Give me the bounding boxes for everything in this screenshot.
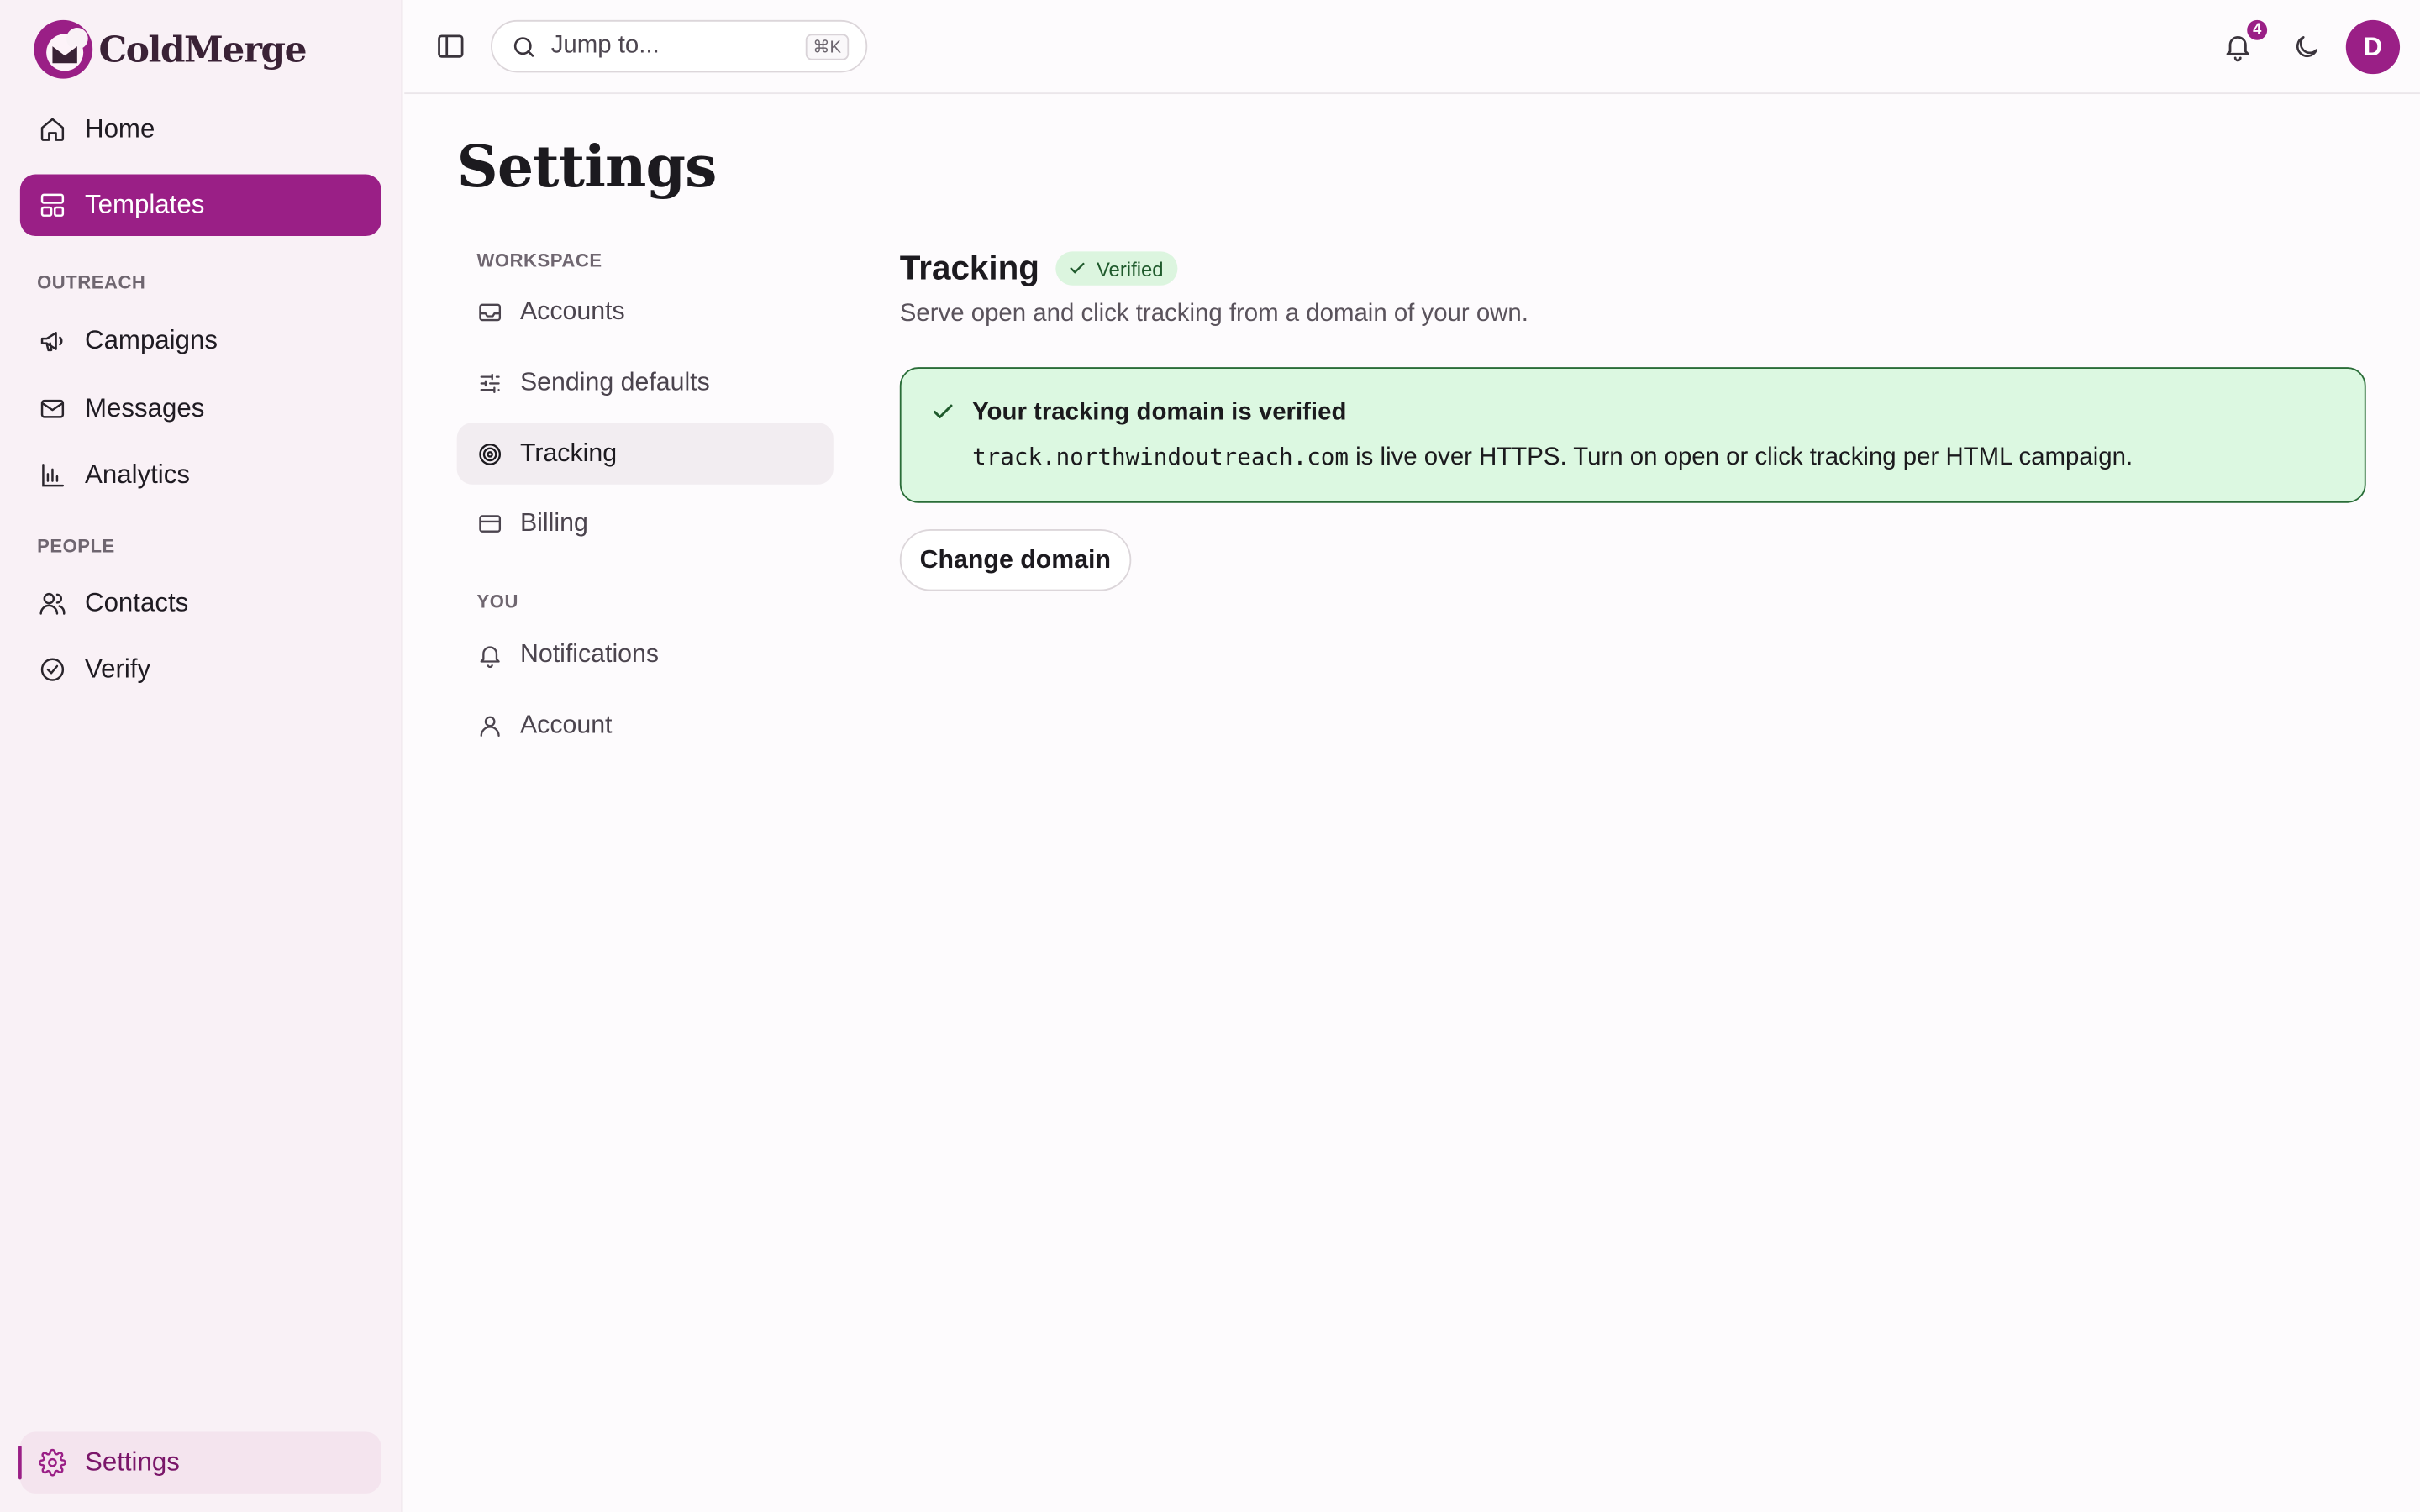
settings-nav-label: Notifications xyxy=(519,639,660,668)
sidebar-item-home[interactable]: Home xyxy=(20,99,381,160)
inbox-icon xyxy=(477,298,503,324)
sidebar-item-campaigns[interactable]: Campaigns xyxy=(20,310,381,371)
bell-icon xyxy=(477,641,503,668)
users-icon xyxy=(37,589,66,618)
sidebar-item-label: Settings xyxy=(85,1446,180,1477)
alert-body: track.northwindoutreach.com is live over… xyxy=(972,443,2133,472)
brand-name: ColdMerge xyxy=(98,28,308,71)
settings-group-you: YOU xyxy=(476,591,518,613)
settings-nav-accounts[interactable]: Accounts xyxy=(457,281,834,342)
verification-success-alert: Your tracking domain is verified track.n… xyxy=(899,367,2366,503)
section-label-outreach: OUTREACH xyxy=(37,271,146,293)
sidebar-item-verify[interactable]: Verify xyxy=(20,638,381,700)
sidebar-item-label: Verify xyxy=(85,654,151,684)
tracking-panel: Tracking Verified Serve open and click t… xyxy=(899,247,2366,591)
sidebar-item-label: Home xyxy=(85,113,155,144)
sidebar: ColdMerge Home Templates OUTREACH Campai… xyxy=(0,0,403,1512)
settings-nav-label: Account xyxy=(519,710,613,738)
megaphone-icon xyxy=(37,326,66,355)
settings-nav-label: Sending defaults xyxy=(519,368,710,396)
topbar: ⌘K 4 D xyxy=(404,0,2420,95)
verified-badge-label: Verified xyxy=(1096,256,1164,281)
settings-nav-sending-defaults[interactable]: Sending defaults xyxy=(457,352,834,413)
sidebar-item-label: Contacts xyxy=(85,587,189,617)
settings-nav-billing[interactable]: Billing xyxy=(457,492,834,554)
user-avatar[interactable]: D xyxy=(2345,19,2401,75)
sidebar-item-label: Campaigns xyxy=(85,325,218,355)
section-label-people: PEOPLE xyxy=(37,535,115,558)
jump-to-search[interactable]: ⌘K xyxy=(491,19,868,73)
tracking-domain: track.northwindoutreach.com xyxy=(972,443,1349,471)
page-title: Settings xyxy=(456,132,718,201)
settings-nav-label: Accounts xyxy=(519,297,625,325)
active-indicator xyxy=(18,1445,22,1480)
check-icon xyxy=(1071,262,1086,274)
alert-title: Your tracking domain is verified xyxy=(972,399,1347,426)
verified-badge: Verified xyxy=(1056,251,1178,286)
settings-nav-account[interactable]: Account xyxy=(457,695,834,756)
settings-group-workspace: WORKSPACE xyxy=(476,249,602,272)
brand-logo[interactable]: ColdMerge xyxy=(33,18,308,80)
badge-check-icon xyxy=(37,655,66,685)
home-icon xyxy=(37,115,66,144)
settings-nav-label: Billing xyxy=(519,508,588,537)
user-icon xyxy=(477,712,503,738)
sidebar-item-label: Messages xyxy=(85,393,205,423)
check-icon xyxy=(933,404,953,418)
change-domain-button[interactable]: Change domain xyxy=(899,528,1131,591)
sidebar-item-templates[interactable]: Templates xyxy=(19,174,381,237)
credit-card-icon xyxy=(477,510,503,536)
sidebar-item-label: Templates xyxy=(85,189,205,219)
alert-body-text: is live over HTTPS. Turn on open or clic… xyxy=(1348,444,2133,471)
logo-icon xyxy=(34,19,93,79)
sidebar-item-analytics[interactable]: Analytics xyxy=(20,444,381,506)
tracking-heading-row: Tracking Verified xyxy=(900,247,2366,290)
search-icon xyxy=(513,36,534,56)
sidebar-item-contacts[interactable]: Contacts xyxy=(20,572,381,633)
search-input[interactable] xyxy=(550,32,783,60)
mail-icon xyxy=(37,394,66,423)
theme-toggle-moon-icon[interactable] xyxy=(2291,33,2321,62)
tracking-description: Serve open and click tracking from a dom… xyxy=(899,301,1528,328)
sidebar-toggle-icon[interactable] xyxy=(435,31,466,62)
sidebar-item-label: Analytics xyxy=(85,459,190,490)
sidebar-item-settings[interactable]: Settings xyxy=(18,1431,381,1494)
settings-nav-notifications[interactable]: Notifications xyxy=(457,623,834,685)
sliders-icon xyxy=(477,370,503,396)
target-icon xyxy=(477,440,503,466)
bar-chart-icon xyxy=(37,460,66,490)
settings-nav-tracking[interactable]: Tracking xyxy=(456,423,834,485)
notification-count-badge: 4 xyxy=(2244,17,2270,44)
settings-nav-label: Tracking xyxy=(519,438,618,467)
tracking-title: Tracking xyxy=(899,248,1039,287)
sidebar-item-messages[interactable]: Messages xyxy=(20,378,381,439)
shortcut-hint: ⌘K xyxy=(805,34,850,60)
layout-icon xyxy=(37,191,66,220)
gear-icon xyxy=(37,1448,66,1478)
app-root: ColdMerge Home Templates OUTREACH Campai… xyxy=(0,0,2420,1512)
